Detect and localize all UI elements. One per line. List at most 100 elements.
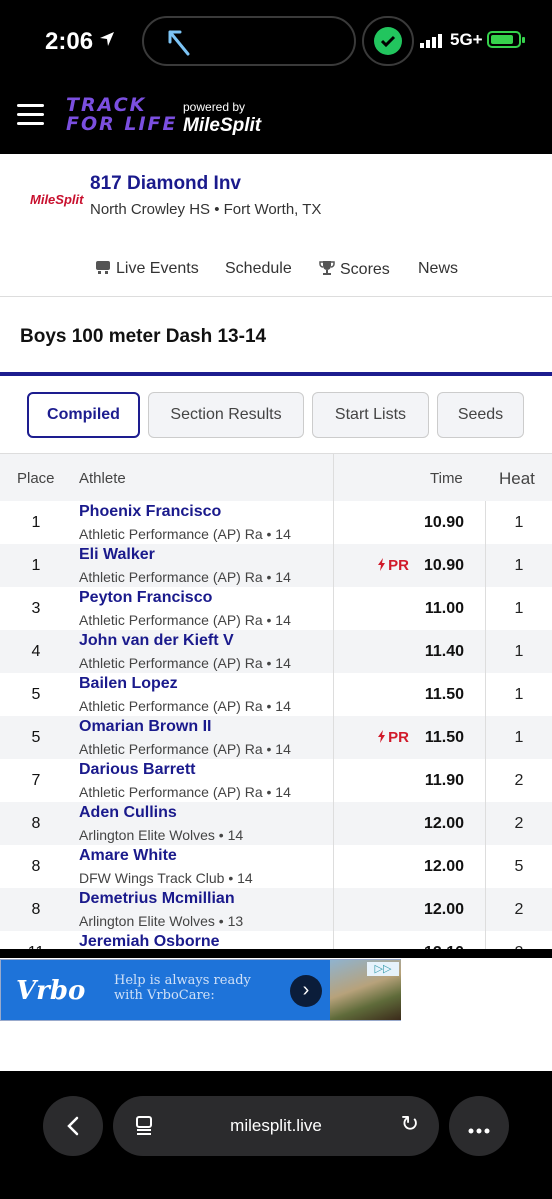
column-divider	[485, 501, 486, 950]
status-bar: 2:06 5G+	[0, 0, 552, 82]
browser-toolbar: milesplit.live ↻	[0, 1071, 552, 1199]
place-cell: 8	[31, 858, 41, 875]
athlete-team: DFW Wings Track Club • 14	[79, 870, 253, 886]
meet-location: North Crowley HS • Fort Worth, TX	[90, 201, 322, 218]
athlete-team: Athletic Performance (AP) Ra • 14	[79, 612, 291, 628]
checkmark-icon	[374, 27, 402, 55]
time-cell: 12.00	[423, 815, 464, 832]
chevron-left-icon	[67, 1116, 79, 1136]
heat-cell: 1	[514, 514, 524, 531]
table-header: Place Athlete Time Heat	[0, 453, 552, 501]
table-row[interactable]: 8 Aden Cullins Arlington Elite Wolves • 14…	[0, 802, 552, 845]
track-for-life-logo[interactable]: TRACK FOR LIFE	[66, 96, 178, 134]
adchoices-icon[interactable]: ▷▷	[367, 962, 399, 976]
place-cell: 1	[31, 557, 41, 574]
table-row[interactable]: 5 Bailen Lopez Athletic Performance (AP) R…	[0, 673, 552, 716]
hamburger-menu-icon[interactable]	[17, 104, 44, 126]
results-table: Place Athlete Time Heat 1 Phoenix Francis…	[0, 453, 552, 950]
nav-live-events[interactable]: Live Events	[95, 260, 199, 278]
header-time: Time	[430, 470, 463, 487]
table-row[interactable]: 3 Peyton Francisco Athletic Performance (A…	[0, 587, 552, 630]
place-cell: 4	[31, 643, 41, 660]
heat-cell: 1	[514, 557, 524, 574]
place-cell: 1	[31, 514, 41, 531]
heat-cell: 1	[514, 686, 524, 703]
athlete-team: Arlington Elite Wolves • 14	[79, 827, 244, 843]
tab-seeds[interactable]: Seeds	[437, 392, 524, 438]
meet-title[interactable]: 817 Diamond Inv	[90, 173, 241, 195]
athlete-team: Arlington Elite Wolves • 13	[79, 913, 244, 929]
dynamic-island	[142, 16, 356, 66]
athlete-team: Athletic Performance (AP) Ra • 14	[79, 526, 291, 542]
table-row[interactable]: 8 Amare White DFW Wings Track Club • 14 12.…	[0, 845, 552, 888]
nav-news[interactable]: News	[418, 260, 458, 278]
athlete-name-link[interactable]: Jeremiah Osborne	[79, 933, 220, 950]
time-cell: 12.00	[423, 901, 464, 918]
time-cell: 11.50	[424, 729, 464, 746]
milesplit-logo: MileSplit	[183, 115, 262, 136]
signal-icon	[420, 34, 442, 48]
back-button[interactable]	[43, 1096, 103, 1156]
athlete-team: Athletic Performance (AP) Ra • 14	[79, 784, 291, 800]
table-row[interactable]: 1 Eli Walker Athletic Performance (AP) Ra …	[0, 544, 552, 587]
column-divider	[333, 453, 334, 950]
place-cell: 5	[31, 729, 41, 746]
nav-schedule[interactable]: Schedule	[225, 260, 292, 278]
athlete-name-link[interactable]: Demetrius Mcmillian	[79, 890, 235, 908]
athlete-name-link[interactable]: Peyton Francisco	[79, 589, 212, 607]
time-cell: 11.50	[424, 686, 464, 703]
table-row[interactable]: 7 Darious Barrett Athletic Performance (AP…	[0, 759, 552, 802]
active-task-indicator	[362, 16, 414, 66]
ad-text: Help is always ready with VrboCare:	[114, 973, 251, 1003]
athlete-name-link[interactable]: Amare White	[79, 847, 177, 865]
location-arrow-icon	[100, 32, 114, 46]
heat-cell: 1	[514, 643, 524, 660]
time-cell: 11.90	[424, 772, 464, 789]
athlete-name-link[interactable]: Darious Barrett	[79, 761, 195, 779]
place-cell: 7	[31, 772, 41, 789]
meet-nav: Live Events Schedule Scores News	[0, 256, 552, 284]
heat-cell: 5	[514, 858, 524, 875]
time-cell: 10.90	[423, 557, 464, 574]
network-type: 5G+	[450, 30, 483, 49]
athlete-name-link[interactable]: Bailen Lopez	[79, 675, 178, 693]
athlete-team: Athletic Performance (AP) Ra • 14	[79, 741, 291, 757]
table-row[interactable]: 11Jeremiah Osborne12.102	[0, 931, 552, 950]
athlete-name-link[interactable]: Phoenix Francisco	[79, 503, 221, 521]
address-bar[interactable]: milesplit.live ↻	[113, 1096, 439, 1156]
heat-cell: 2	[514, 815, 524, 832]
athlete-team: Athletic Performance (AP) Ra • 14	[79, 569, 291, 585]
tab-section-results[interactable]: Section Results	[148, 392, 304, 438]
athlete-team: Athletic Performance (AP) Ra • 14	[79, 655, 291, 671]
time-cell: 12.00	[423, 858, 464, 875]
time-cell: 10.90	[423, 514, 464, 531]
reload-icon[interactable]: ↻	[401, 1111, 419, 1137]
heat-cell: 1	[514, 729, 524, 746]
url-text[interactable]: milesplit.live	[113, 1116, 439, 1136]
header-athlete: Athlete	[79, 470, 126, 487]
athlete-name-link[interactable]: John van der Kieft V	[79, 632, 234, 650]
header-place: Place	[17, 470, 55, 487]
athlete-name-link[interactable]: Eli Walker	[79, 546, 155, 564]
table-row[interactable]: 1 Phoenix Francisco Athletic Performance (…	[0, 501, 552, 544]
heat-cell: 2	[514, 901, 524, 918]
tab-compiled[interactable]: Compiled	[27, 392, 140, 438]
place-cell: 5	[31, 686, 41, 703]
table-row[interactable]: 4 John van der Kieft V Athletic Performanc…	[0, 630, 552, 673]
header-heat: Heat	[499, 469, 535, 488]
powered-by-label: powered by	[183, 100, 246, 114]
nav-scores[interactable]: Scores	[319, 260, 390, 279]
back-to-app-icon	[168, 30, 190, 56]
ad-arrow-icon[interactable]: ›	[290, 975, 322, 1007]
tab-start-lists[interactable]: Start Lists	[312, 392, 429, 438]
advertisement-banner[interactable]: Vrbo Help is always ready with VrboCare:…	[0, 959, 401, 1021]
place-cell: 3	[31, 600, 41, 617]
table-row[interactable]: 5 Omarian Brown II Athletic Performance (A…	[0, 716, 552, 759]
meet-logo: MileSplit	[30, 192, 84, 207]
athlete-name-link[interactable]: Aden Cullins	[79, 804, 177, 822]
trophy-icon	[319, 261, 335, 275]
athlete-name-link[interactable]: Omarian Brown II	[79, 718, 211, 736]
pr-badge: PR	[377, 557, 409, 574]
more-options-button[interactable]	[449, 1096, 509, 1156]
table-row[interactable]: 8 Demetrius Mcmillian Arlington Elite Wolv…	[0, 888, 552, 931]
